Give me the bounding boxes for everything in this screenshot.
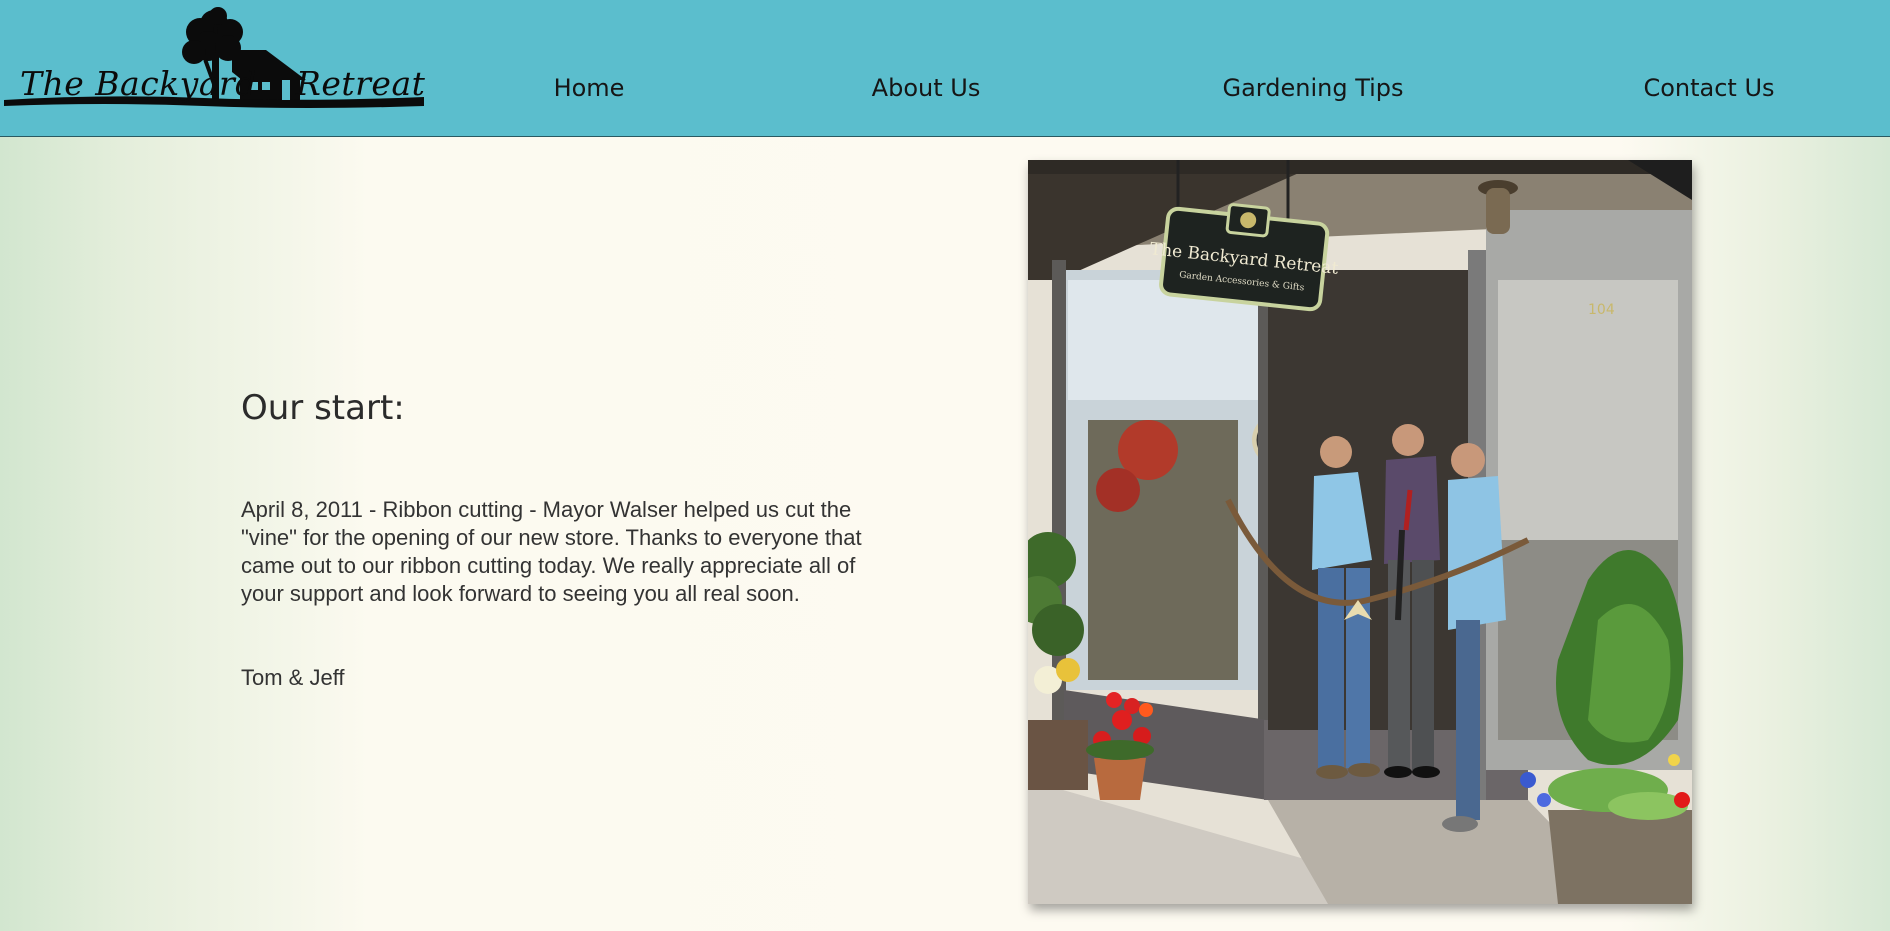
- ribbon-cutting-photo: The Backyard Retreat Garden Accessories …: [1028, 160, 1692, 904]
- signature: Tom & Jeff: [241, 665, 345, 690]
- site-header: The Backyard Retreat Home About Us Garde…: [0, 0, 1890, 137]
- nav-about-us[interactable]: About Us: [872, 74, 981, 102]
- story-paragraph: April 8, 2011 - Ribbon cutting - Mayor W…: [241, 497, 862, 606]
- logo-text-retreat: Retreat: [296, 64, 426, 103]
- site-logo[interactable]: The Backyard Retreat: [4, 2, 426, 110]
- logo-text-backyard: The Backyard: [20, 64, 257, 103]
- nav-gardening-tips[interactable]: Gardening Tips: [1222, 74, 1403, 102]
- nav-contact-us[interactable]: Contact Us: [1643, 74, 1774, 102]
- section-title: Our start:: [241, 388, 405, 428]
- nav-home[interactable]: Home: [554, 74, 625, 102]
- storefront-image: The Backyard Retreat Garden Accessories …: [1028, 160, 1692, 904]
- address-number: 104: [1588, 302, 1615, 318]
